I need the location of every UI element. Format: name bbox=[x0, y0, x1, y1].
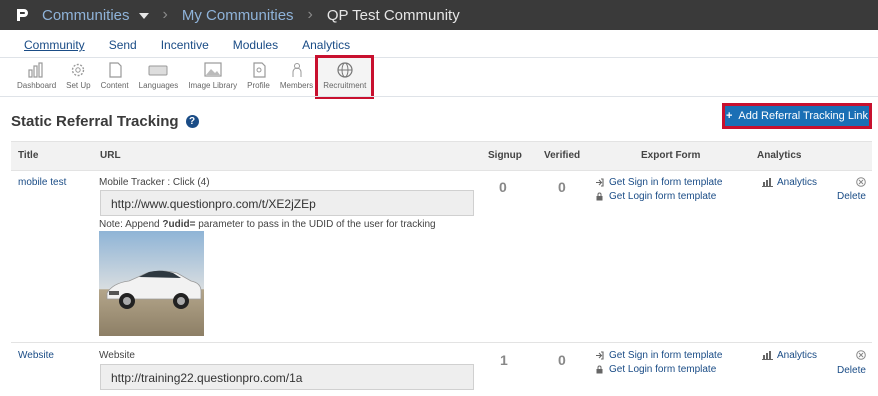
bar-chart-icon bbox=[762, 351, 773, 360]
questionpro-logo[interactable] bbox=[14, 7, 30, 23]
lock-icon bbox=[596, 365, 603, 374]
tab-analytics[interactable]: Analytics bbox=[302, 38, 350, 52]
verified-count: 0 bbox=[558, 179, 566, 195]
toolbar-dashboard[interactable]: Dashboard bbox=[12, 58, 61, 96]
tab-send[interactable]: Send bbox=[109, 38, 137, 52]
col-title: Title bbox=[18, 150, 39, 161]
tab-community[interactable]: Community bbox=[24, 38, 85, 52]
profile-icon bbox=[252, 62, 266, 78]
udid-note: Note: Append ?udid= parameter to pass in… bbox=[99, 219, 436, 230]
get-signin-template-link[interactable]: Get Sign in form template bbox=[595, 350, 722, 361]
breadcrumb-separator: › bbox=[162, 6, 168, 23]
get-login-template-link[interactable]: Get Login form template bbox=[595, 364, 722, 375]
toolbar-languages[interactable]: Languages bbox=[134, 58, 184, 96]
add-referral-tracking-link-button[interactable]: + Add Referral Tracking Link bbox=[722, 103, 872, 129]
tracking-url-field[interactable]: http://www.questionpro.com/t/XE2jZEp bbox=[100, 190, 474, 216]
breadcrumb-my-communities[interactable]: My Communities bbox=[182, 7, 294, 24]
toolbar-setup[interactable]: Set Up bbox=[61, 58, 95, 96]
tracking-url-field[interactable]: http://training22.questionpro.com/1a bbox=[100, 364, 474, 390]
analytics-label: Analytics bbox=[777, 350, 818, 361]
col-url: URL bbox=[100, 150, 121, 161]
bar-chart-icon bbox=[762, 178, 773, 187]
login-template-label: Get Login form template bbox=[609, 364, 717, 375]
page-title: Static Referral Tracking ? bbox=[11, 113, 199, 130]
tracker-label: Website bbox=[99, 350, 135, 361]
note-param: ?udid= bbox=[162, 219, 196, 230]
row-title-link[interactable]: Website bbox=[18, 350, 54, 361]
toolbar-recruitment[interactable]: Recruitment bbox=[315, 55, 375, 99]
tracker-label: Mobile Tracker : Click (4) bbox=[99, 177, 210, 188]
add-button-label: Add Referral Tracking Link bbox=[738, 110, 869, 122]
signup-count: 1 bbox=[500, 352, 508, 368]
export-form-links: Get Sign in form template Get Login form… bbox=[595, 177, 722, 205]
sign-in-icon bbox=[596, 178, 604, 187]
gear-icon bbox=[72, 63, 85, 77]
note-prefix: Note: Append bbox=[99, 219, 163, 230]
keyboard-icon bbox=[148, 65, 168, 76]
communities-label: Communities bbox=[42, 6, 130, 24]
table-header: Title URL Signup Verified Export Form An… bbox=[11, 141, 872, 171]
col-analytics: Analytics bbox=[757, 150, 802, 161]
signup-count: 0 bbox=[499, 179, 507, 195]
plus-icon: + bbox=[725, 110, 733, 122]
toolbar-content[interactable]: Content bbox=[96, 58, 134, 96]
toolbar-label: Recruitment bbox=[323, 81, 367, 90]
bar-chart-icon bbox=[27, 62, 43, 78]
toolbar-label: Dashboard bbox=[17, 81, 57, 90]
signin-template-label: Get Sign in form template bbox=[609, 350, 723, 361]
communities-menu[interactable]: Communities bbox=[42, 7, 149, 24]
sign-in-icon bbox=[596, 351, 604, 360]
delete-icon[interactable] bbox=[856, 177, 866, 187]
toolbar-label: Members bbox=[279, 81, 314, 90]
breadcrumb-separator: › bbox=[307, 6, 313, 23]
top-bar: Communities › My Communities › QP Test C… bbox=[0, 0, 878, 30]
analytics-label: Analytics bbox=[777, 177, 818, 188]
toolbar-label: Set Up bbox=[66, 81, 91, 90]
col-signup: Signup bbox=[488, 150, 522, 161]
note-suffix: parameter to pass in the UDID of the use… bbox=[195, 219, 436, 230]
tab-incentive[interactable]: Incentive bbox=[161, 38, 209, 52]
toolbar-image-library[interactable]: Image Library bbox=[183, 58, 242, 96]
divider bbox=[0, 96, 878, 97]
delete-link[interactable]: Delete bbox=[837, 365, 866, 376]
delete-link[interactable]: Delete bbox=[837, 191, 866, 202]
col-verified: Verified bbox=[544, 150, 581, 161]
get-signin-template-link[interactable]: Get Sign in form template bbox=[595, 177, 722, 188]
car-thumbnail-image bbox=[99, 231, 204, 336]
analytics-link[interactable]: Analytics bbox=[762, 177, 817, 188]
toolbar-profile[interactable]: Profile bbox=[242, 58, 275, 96]
analytics-link[interactable]: Analytics bbox=[762, 350, 817, 361]
get-login-template-link[interactable]: Get Login form template bbox=[595, 191, 722, 202]
chevron-down-icon bbox=[138, 12, 149, 19]
image-icon bbox=[204, 62, 222, 77]
signin-template-label: Get Sign in form template bbox=[609, 177, 723, 188]
breadcrumb-current: QP Test Community bbox=[326, 6, 460, 24]
person-icon bbox=[292, 63, 302, 77]
login-template-label: Get Login form template bbox=[609, 191, 717, 202]
row-title-link[interactable]: mobile test bbox=[18, 177, 66, 188]
verified-count: 0 bbox=[558, 352, 566, 368]
lock-icon bbox=[596, 192, 603, 201]
toolbar-label: Image Library bbox=[188, 81, 238, 90]
row-divider bbox=[11, 342, 872, 343]
toolbar-label: Languages bbox=[138, 81, 179, 90]
export-form-links: Get Sign in form template Get Login form… bbox=[595, 350, 722, 378]
toolbar-members[interactable]: Members bbox=[275, 58, 318, 96]
tab-modules[interactable]: Modules bbox=[233, 38, 278, 52]
toolbar-label: Profile bbox=[247, 81, 270, 90]
globe-icon bbox=[337, 62, 353, 78]
icon-toolbar: Dashboard Set Up Content Languages Image… bbox=[12, 55, 375, 99]
toolbar-label: Content bbox=[100, 81, 129, 90]
document-icon bbox=[109, 62, 122, 78]
delete-icon[interactable] bbox=[856, 350, 866, 360]
help-icon[interactable]: ? bbox=[185, 115, 199, 128]
page-title-text: Static Referral Tracking bbox=[11, 113, 179, 130]
col-export-form: Export Form bbox=[641, 150, 701, 161]
main-tabs: Community Send Incentive Modules Analyti… bbox=[24, 38, 374, 52]
